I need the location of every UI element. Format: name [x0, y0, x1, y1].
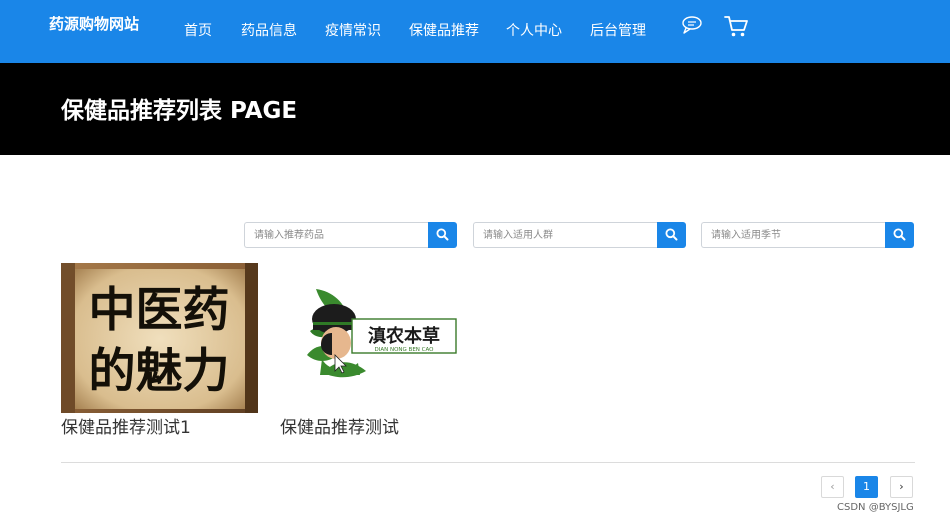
search-icon	[893, 228, 906, 241]
nav-item-home[interactable]: 首页	[184, 20, 212, 40]
search-season-input[interactable]	[701, 222, 885, 248]
product-name[interactable]: 保健品推荐测试1	[61, 413, 191, 438]
list-divider	[61, 462, 915, 463]
product-name[interactable]: 保健品推荐测试	[280, 413, 399, 438]
product-card[interactable]: 中医药 的魅力 保健品推荐测试1	[61, 263, 258, 438]
search-season-button[interactable]	[885, 222, 914, 248]
search-population-input[interactable]	[473, 222, 657, 248]
cart-icon[interactable]	[723, 14, 749, 38]
site-brand[interactable]: 药源购物网站	[49, 13, 139, 34]
search-icon	[436, 228, 449, 241]
search-group-season	[701, 222, 914, 248]
top-navbar: 药源购物网站 首页 药品信息 疫情常识 保健品推荐 个人中心 后台管理	[0, 0, 950, 63]
watermark-text: CSDN @BYSJLG	[837, 502, 914, 513]
page-title: 保健品推荐列表 PAGE	[61, 98, 298, 124]
product-card[interactable]: 滇农本草 DIAN NONG BEN CAO 保健品推荐测试	[280, 263, 477, 438]
search-drug-input[interactable]	[244, 222, 428, 248]
search-population-button[interactable]	[657, 222, 686, 248]
nav-item-health-recommend[interactable]: 保健品推荐	[409, 20, 479, 40]
pagination-prev-button[interactable]: ‹	[821, 476, 844, 498]
pagination-next-button[interactable]: ›	[890, 476, 913, 498]
product-image[interactable]: 中医药 的魅力	[61, 263, 258, 413]
nav-item-epidemic-knowledge[interactable]: 疫情常识	[325, 20, 381, 40]
product-image[interactable]: 滇农本草 DIAN NONG BEN CAO	[280, 263, 477, 413]
logo-text: 滇农本草	[368, 325, 440, 347]
search-group-drug	[244, 222, 457, 248]
chat-icon[interactable]	[680, 14, 706, 38]
pagination-page-1[interactable]: 1	[855, 476, 878, 498]
nav-item-personal-center[interactable]: 个人中心	[506, 20, 562, 40]
nav-item-drug-info[interactable]: 药品信息	[241, 20, 297, 40]
page-banner: 保健品推荐列表 PAGE	[0, 63, 950, 155]
logo-subtext: DIAN NONG BEN CAO	[375, 347, 435, 353]
search-drug-button[interactable]	[428, 222, 457, 248]
product-image-text-line2: 的魅力	[89, 344, 230, 399]
search-icon	[665, 228, 678, 241]
product-image-text-line1: 中医药	[89, 283, 230, 338]
nav-item-admin[interactable]: 后台管理	[590, 20, 646, 40]
search-group-population	[473, 222, 686, 248]
